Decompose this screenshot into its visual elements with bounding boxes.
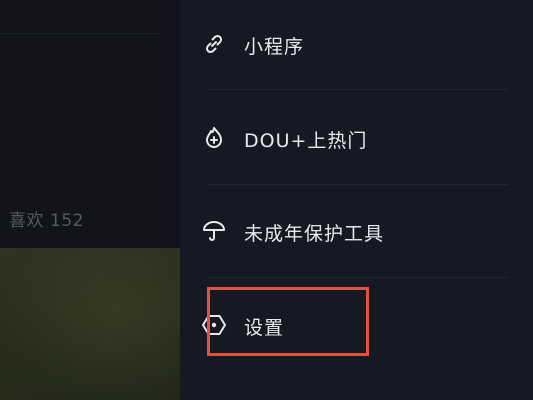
link-icon bbox=[200, 30, 228, 58]
video-thumbnail-shade bbox=[0, 248, 180, 400]
likes-count: 152 bbox=[50, 211, 84, 231]
likes-stat[interactable]: 喜欢 152 bbox=[9, 206, 84, 231]
menu-divider bbox=[208, 89, 508, 90]
settings-highlight-box bbox=[207, 287, 369, 356]
menu-divider bbox=[208, 184, 508, 185]
menu-item-label: 小程序 bbox=[244, 36, 305, 58]
background-divider bbox=[0, 33, 160, 34]
umbrella-icon bbox=[200, 217, 228, 245]
flame-plus-icon bbox=[200, 124, 228, 152]
menu-item-dou-plus[interactable]: DOU+上热门 bbox=[180, 94, 533, 182]
menu-item-label: DOU+上热门 bbox=[244, 130, 368, 152]
likes-label: 喜欢 bbox=[9, 211, 44, 231]
menu-item-mini-program[interactable]: 小程序 bbox=[180, 0, 533, 88]
menu-item-minor-protection[interactable]: 未成年保护工具 bbox=[180, 187, 533, 275]
menu-item-label: 未成年保护工具 bbox=[244, 223, 385, 245]
menu-divider bbox=[208, 277, 508, 278]
